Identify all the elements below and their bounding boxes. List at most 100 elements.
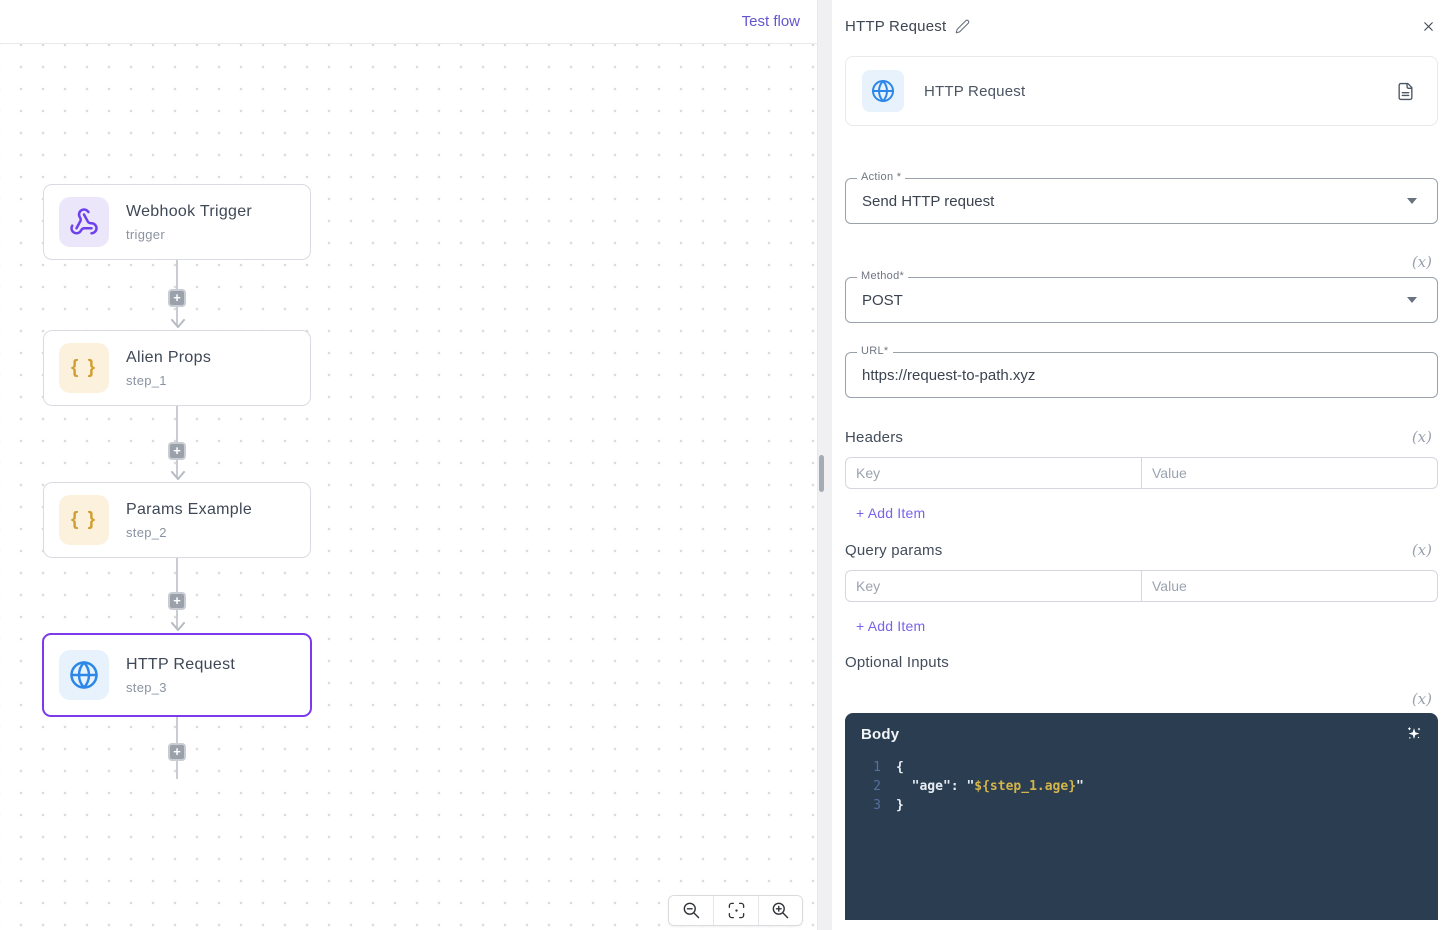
code-text: "age": "${step_1.age}" <box>896 777 1084 796</box>
node-title: Webhook Trigger <box>126 203 252 221</box>
panel-resize-handle[interactable] <box>819 455 824 492</box>
insert-step-button[interactable]: + <box>168 442 186 460</box>
zoom-in-button[interactable] <box>758 896 802 925</box>
body-code-editor[interactable]: Body 1{2 "age": "${step_1.age}"3} <box>845 713 1438 920</box>
flow-connector: + <box>169 260 185 326</box>
canvas-topbar: Test flow <box>0 0 817 44</box>
node-text: HTTP Request step_3 <box>126 656 235 695</box>
arrow-down-icon <box>170 319 186 328</box>
flow-node-params-example[interactable]: { } Params Example step_2 <box>43 482 311 558</box>
url-value: https://request-to-path.xyz <box>862 367 1035 384</box>
headers-value-input[interactable] <box>1141 457 1438 489</box>
code-text: } <box>896 796 904 815</box>
node-title: Params Example <box>126 501 252 519</box>
node-text: Webhook Trigger trigger <box>126 203 252 242</box>
line-number: 1 <box>845 758 881 777</box>
documentation-button[interactable] <box>1396 82 1415 101</box>
webhook-icon <box>59 197 109 247</box>
line-number: 2 <box>845 777 881 796</box>
headers-kv-row <box>845 457 1438 489</box>
module-label: HTTP Request <box>924 83 1025 100</box>
action-value: Send HTTP request <box>862 193 994 210</box>
code-line[interactable]: 1{ <box>845 758 1438 777</box>
node-title: Alien Props <box>126 349 211 367</box>
flow-connector: + <box>169 558 185 629</box>
query-params-label: Query params <box>845 542 942 559</box>
action-select[interactable]: Action * Send HTTP request <box>845 178 1438 224</box>
step-config-panel: HTTP Request HTTP Request <box>832 0 1452 930</box>
app-root: Test flow Webhook Trigger trigger + <box>0 0 1452 930</box>
query-params-section-header: Query params (x) <box>845 541 1438 559</box>
expression-toggle-icon[interactable]: (x) <box>1412 541 1432 559</box>
expression-toggle-icon[interactable]: (x) <box>1412 690 1432 708</box>
insert-step-button[interactable]: + <box>168 289 186 307</box>
line-number: 3 <box>845 796 881 815</box>
module-card[interactable]: HTTP Request <box>845 56 1438 126</box>
fx-row: (x) <box>845 253 1438 271</box>
arrow-down-icon <box>170 622 186 631</box>
arrow-down-icon <box>170 471 186 480</box>
node-subtitle: step_3 <box>126 680 235 695</box>
editor-header: Body <box>845 713 1438 744</box>
expression-toggle-icon[interactable]: (x) <box>1412 428 1432 446</box>
method-value: POST <box>862 292 903 309</box>
code-line[interactable]: 3} <box>845 796 1438 815</box>
query-add-item-button[interactable]: + Add Item <box>845 618 925 634</box>
panel-title: HTTP Request <box>845 18 946 35</box>
query-key-input[interactable] <box>845 570 1142 602</box>
insert-step-button[interactable]: + <box>168 592 186 610</box>
insert-step-button[interactable]: + <box>168 743 186 761</box>
headers-section-header: Headers (x) <box>845 428 1438 446</box>
node-subtitle: step_1 <box>126 373 211 388</box>
body-label: Body <box>861 726 899 743</box>
headers-label: Headers <box>845 429 903 446</box>
optional-inputs-label: Optional Inputs <box>845 654 949 671</box>
sparkle-icon <box>1404 724 1424 744</box>
node-text: Params Example step_2 <box>126 501 252 540</box>
close-panel-button[interactable] <box>1419 17 1438 36</box>
fit-view-icon <box>727 901 746 920</box>
flow-node-webhook-trigger[interactable]: Webhook Trigger trigger <box>43 184 311 260</box>
fit-view-button[interactable] <box>713 896 757 925</box>
zoom-out-button[interactable] <box>669 896 713 925</box>
canvas-zoom-toolbar <box>668 895 803 926</box>
action-label: Action * <box>857 171 905 183</box>
url-field[interactable]: URL* https://request-to-path.xyz <box>845 352 1438 398</box>
document-icon <box>1396 82 1415 101</box>
flow-connector: + <box>169 406 185 478</box>
method-select[interactable]: Method* POST <box>845 277 1438 323</box>
globe-icon <box>862 70 904 112</box>
headers-add-item-button[interactable]: + Add Item <box>845 505 925 521</box>
ai-assist-button[interactable] <box>1404 724 1424 744</box>
chevron-down-icon <box>1407 198 1417 204</box>
node-subtitle: trigger <box>126 227 252 242</box>
node-title: HTTP Request <box>126 656 235 674</box>
flow-canvas[interactable]: Test flow Webhook Trigger trigger + <box>0 0 818 930</box>
query-value-input[interactable] <box>1141 570 1438 602</box>
flow-connector: + <box>169 717 185 779</box>
query-params-kv-row <box>845 570 1438 602</box>
chevron-down-icon <box>1407 297 1417 303</box>
expression-toggle-icon[interactable]: (x) <box>1412 253 1432 271</box>
close-x-icon <box>1421 19 1436 34</box>
node-text: Alien Props step_1 <box>126 349 211 388</box>
braces-icon: { } <box>59 343 109 393</box>
optional-inputs-header: Optional Inputs <box>845 654 1438 671</box>
magnifier-plus-icon <box>771 901 790 920</box>
magnifier-minus-icon <box>682 901 701 920</box>
panel-header: HTTP Request <box>845 0 1438 38</box>
code-area[interactable]: 1{2 "age": "${step_1.age}"3} <box>845 758 1438 815</box>
panel-resize-gutter <box>818 0 832 930</box>
code-text: { <box>896 758 904 777</box>
flow-node-http-request[interactable]: HTTP Request step_3 <box>42 633 312 717</box>
globe-icon <box>59 650 109 700</box>
pencil-icon[interactable] <box>955 19 970 34</box>
headers-key-input[interactable] <box>845 457 1142 489</box>
code-line[interactable]: 2 "age": "${step_1.age}" <box>845 777 1438 796</box>
url-label: URL* <box>857 345 893 357</box>
braces-icon: { } <box>59 495 109 545</box>
test-flow-button[interactable]: Test flow <box>742 13 800 30</box>
fx-row: (x) <box>845 690 1438 708</box>
method-label: Method* <box>857 270 908 282</box>
flow-node-alien-props[interactable]: { } Alien Props step_1 <box>43 330 311 406</box>
